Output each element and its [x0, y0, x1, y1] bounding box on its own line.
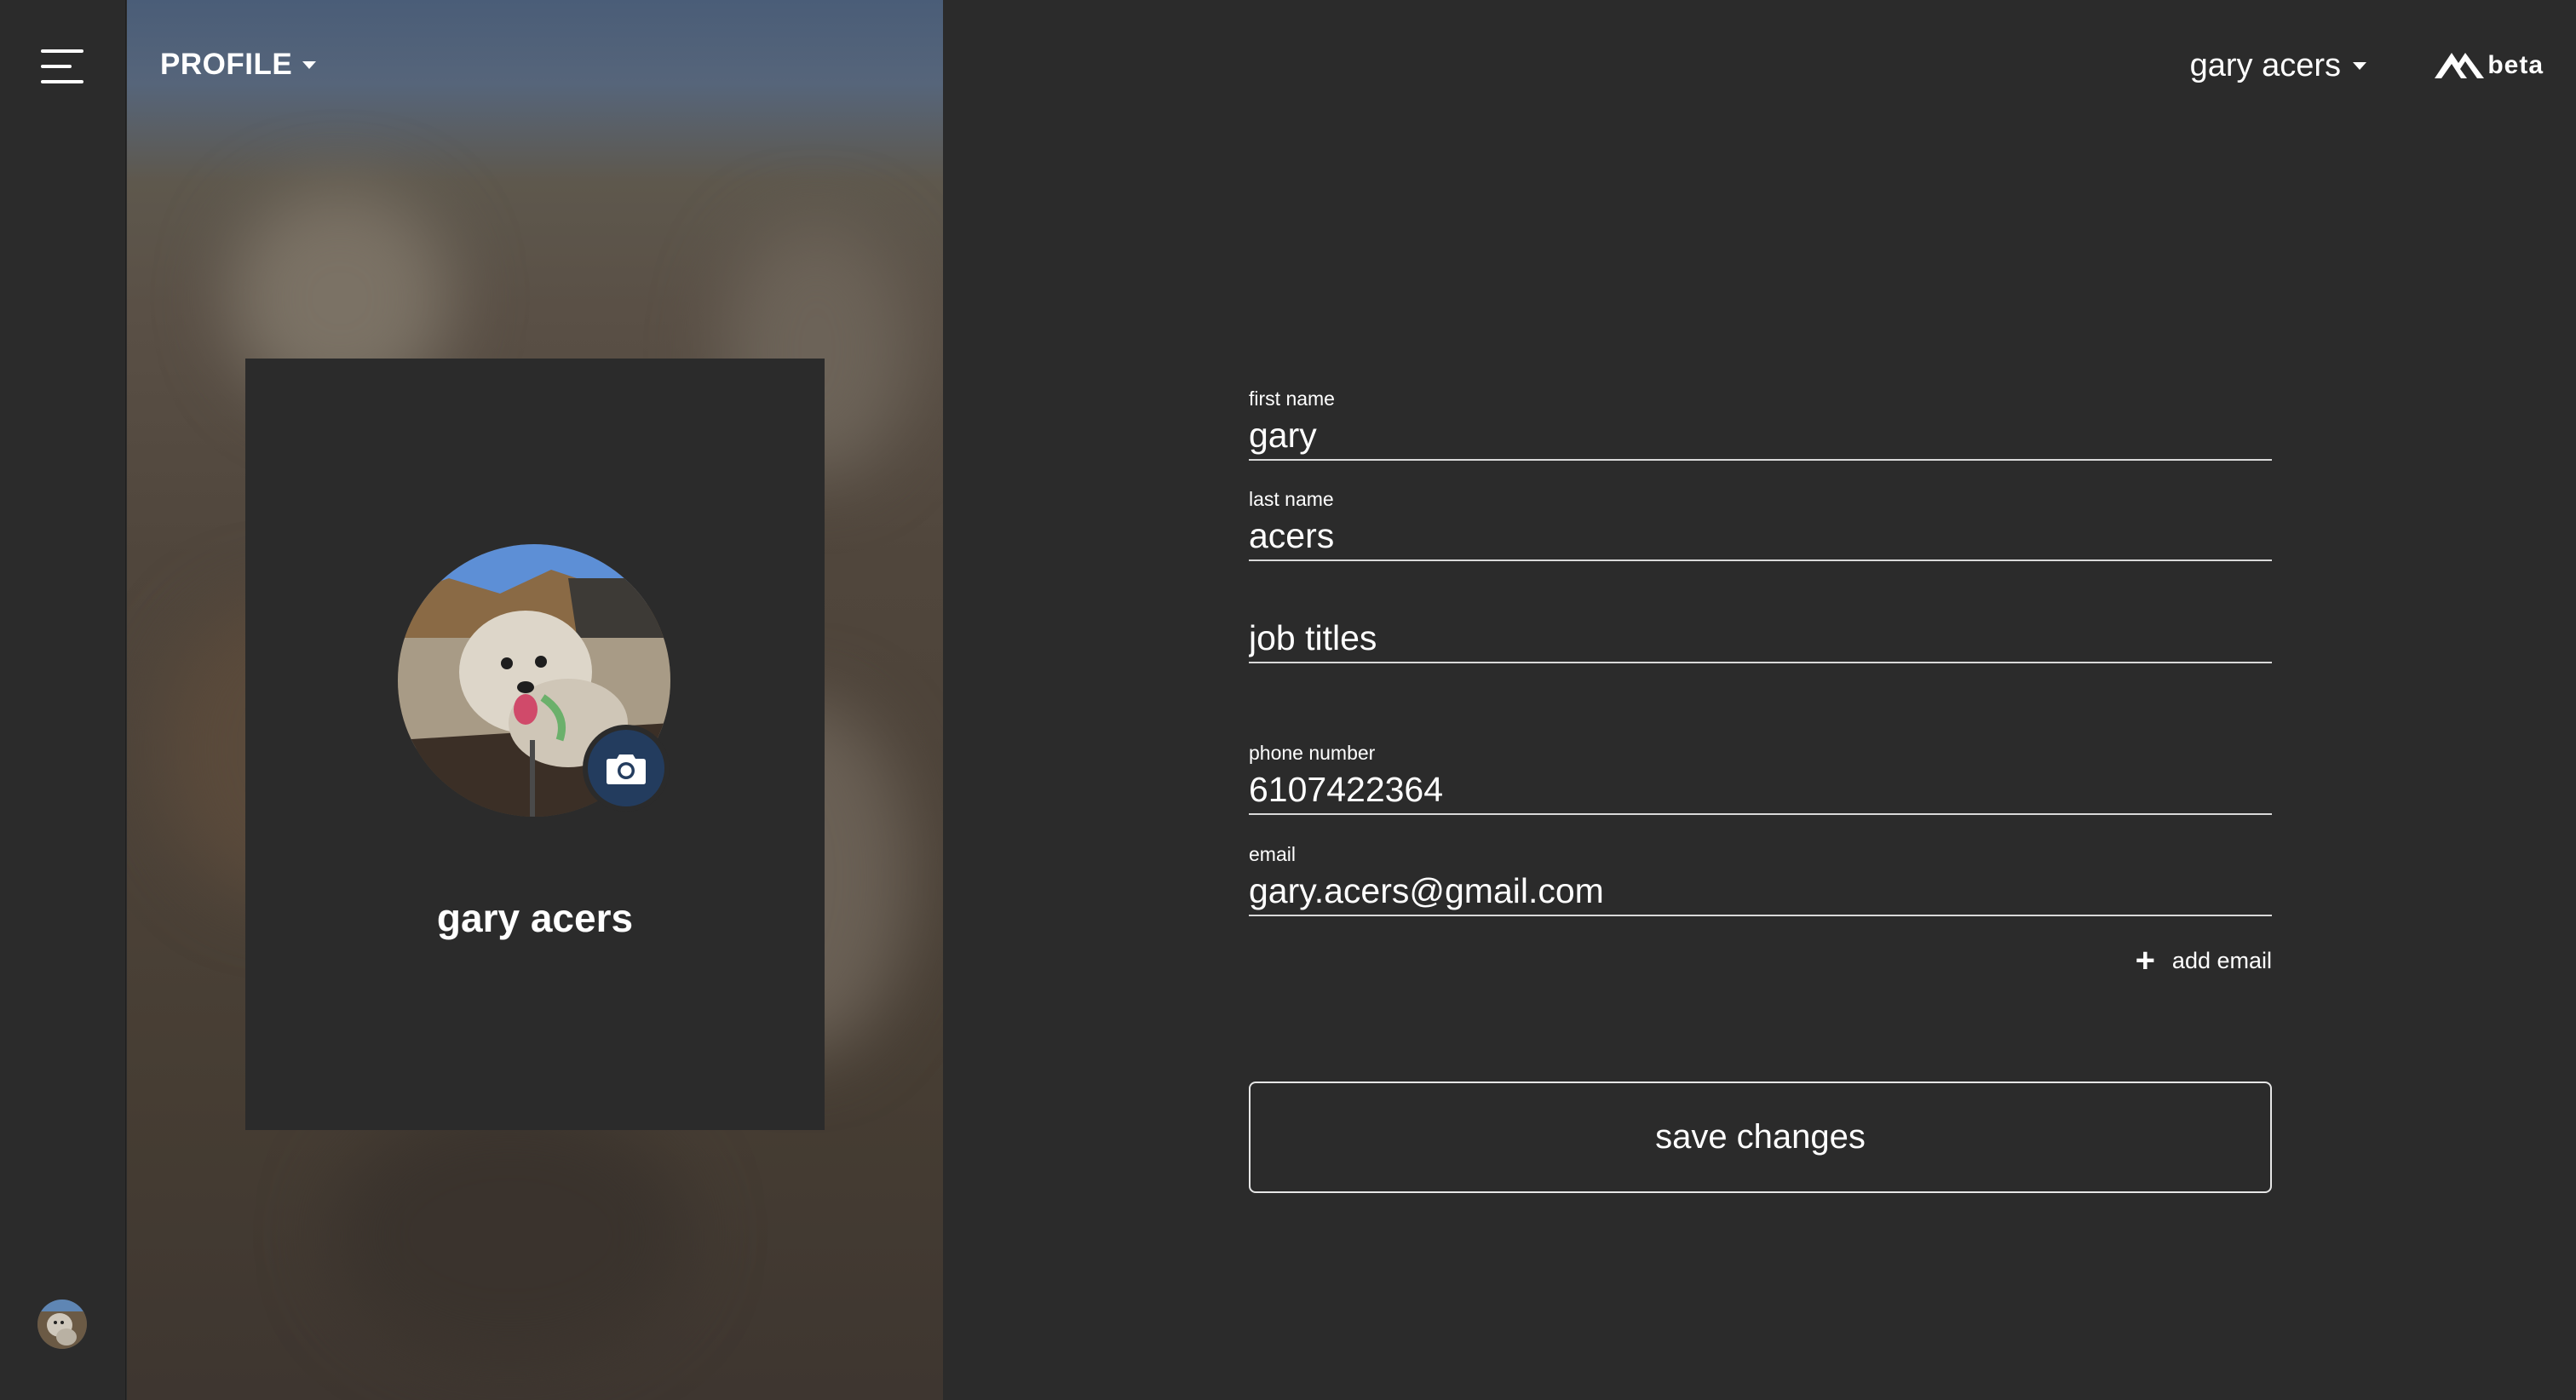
phone-number-field: phone number [1249, 742, 2272, 815]
rail-avatar[interactable] [37, 1300, 87, 1349]
email-label: email [1249, 843, 1296, 865]
section-title: PROFILE [160, 48, 293, 81]
profile-card: gary acers [245, 359, 825, 1130]
job-titles-input[interactable] [1249, 618, 2272, 658]
user-menu-dropdown[interactable]: gary acers [2190, 48, 2366, 84]
camera-icon [607, 755, 646, 784]
hamburger-menu-icon[interactable] [41, 49, 85, 83]
phone-number-input[interactable] [1249, 770, 2272, 810]
left-rail [0, 0, 126, 1400]
phone-number-label: phone number [1249, 742, 1376, 764]
job-titles-field [1249, 596, 2272, 663]
last-name-label: last name [1249, 488, 1334, 510]
add-email-label: add email [2171, 947, 2272, 973]
user-menu-label: gary acers [2189, 48, 2341, 83]
save-changes-button[interactable]: save changes [1249, 1082, 2272, 1193]
change-photo-button[interactable] [583, 725, 670, 812]
plus-icon: + [2135, 942, 2155, 979]
email-input[interactable] [1249, 871, 2272, 911]
first-name-input[interactable] [1249, 416, 2272, 456]
profile-display-name: gary acers [436, 896, 634, 940]
first-name-label: first name [1249, 387, 1335, 410]
add-email-button[interactable]: + add email [2136, 944, 2272, 978]
first-name-field: first name [1249, 387, 2272, 461]
last-name-input[interactable] [1249, 516, 2272, 556]
section-dropdown[interactable]: PROFILE [160, 48, 317, 82]
caret-down-icon [302, 60, 317, 69]
email-field: email [1249, 843, 2272, 916]
mountain-logo-icon [2435, 53, 2485, 78]
brand-logo[interactable]: beta [2435, 49, 2544, 80]
caret-down-icon [2353, 62, 2366, 70]
last-name-field: last name [1249, 488, 2272, 561]
brand-label: beta [2487, 51, 2544, 79]
